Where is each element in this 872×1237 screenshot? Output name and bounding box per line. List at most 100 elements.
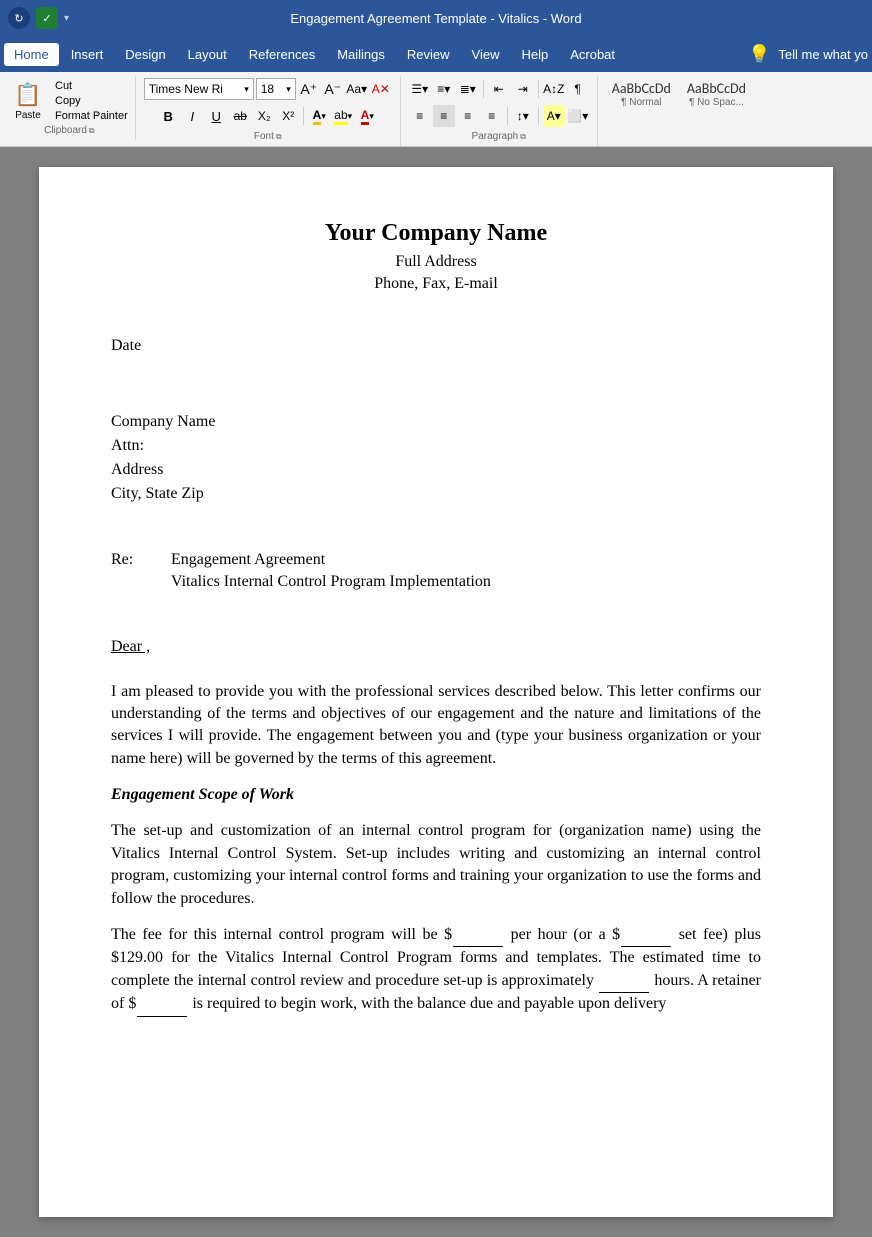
highlight-button[interactable]: ab ▾	[332, 105, 354, 127]
case-button[interactable]: Aa▾	[346, 78, 368, 100]
bold-button[interactable]: B	[157, 105, 179, 127]
paragraph-label: Paragraph	[472, 131, 519, 142]
font-color-arrow: ▾	[321, 111, 326, 122]
doc-re-line2: Vitalics Internal Control Program Implem…	[171, 571, 491, 593]
doc-re-line1: Engagement Agreement	[171, 549, 491, 571]
clipboard-label: Clipboard	[44, 125, 87, 136]
font-color-button[interactable]: A ▾	[308, 105, 330, 127]
menu-acrobat[interactable]: Acrobat	[560, 43, 625, 66]
doc-body-para1: I am pleased to provide you with the pro…	[111, 681, 761, 771]
font-group: Times New Ri ▾ 18 ▾ A⁺ A⁻ Aa▾ A✕ B I U a…	[136, 76, 401, 146]
strikethrough-button[interactable]: ab	[229, 105, 251, 127]
document-page[interactable]: Your Company Name Full Address Phone, Fa…	[39, 167, 833, 1217]
menu-references[interactable]: References	[239, 43, 325, 66]
font-name-selector[interactable]: Times New Ri ▾	[144, 78, 254, 100]
menu-review[interactable]: Review	[397, 43, 460, 66]
underline-button[interactable]: U	[205, 105, 227, 127]
doc-phone-fax-email: Phone, Fax, E-mail	[111, 273, 761, 295]
doc-header: Your Company Name Full Address Phone, Fa…	[111, 217, 761, 295]
style-normal[interactable]: AaBbCcDd ¶ Normal	[606, 78, 677, 110]
decrease-indent-button[interactable]: ⇤	[488, 78, 510, 100]
hours-blank	[599, 970, 649, 993]
doc-date: Date	[111, 335, 761, 357]
window-title: Engagement Agreement Template - Vitalics…	[290, 11, 581, 26]
doc-fee-para: The fee for this internal control progra…	[111, 924, 761, 1017]
shading-button[interactable]: A▾	[543, 105, 565, 127]
doc-re-content: Engagement Agreement Vitalics Internal C…	[171, 549, 491, 594]
line-spacing-button[interactable]: ↕▾	[512, 105, 534, 127]
doc-date-text: Date	[111, 335, 761, 357]
align-center-button[interactable]: ≡	[433, 105, 455, 127]
menu-insert[interactable]: Insert	[61, 43, 114, 66]
font-size-arrow: ▾	[286, 84, 291, 95]
ribbon: 📋 Paste Cut Copy Format Painter Clipboar…	[0, 72, 872, 147]
doc-full-address: Full Address	[111, 251, 761, 273]
doc-recipient-address: Address	[111, 458, 761, 482]
doc-body: I am pleased to provide you with the pro…	[111, 681, 761, 1017]
clipboard-group: 📋 Paste Cut Copy Format Painter Clipboar…	[4, 76, 136, 140]
doc-salutation-text: Dear ,	[111, 638, 150, 655]
text-color-button[interactable]: A ▾	[356, 105, 378, 127]
style-normal-label: ¶ Normal	[621, 97, 661, 108]
style-nospace-label: ¶ No Spac...	[689, 97, 744, 108]
menu-home[interactable]: Home	[4, 43, 59, 66]
numbered-list-button[interactable]: ≡▾	[433, 78, 455, 100]
styles-group: AaBbCcDd ¶ Normal AaBbCcDd ¶ No Spac...	[598, 76, 760, 114]
bullets-button[interactable]: ☰▾	[409, 78, 431, 100]
subscript-button[interactable]: X₂	[253, 105, 275, 127]
sort-button[interactable]: A↕Z	[543, 78, 565, 100]
style-nospace-preview: AaBbCcDd	[687, 80, 746, 97]
menu-mailings[interactable]: Mailings	[327, 43, 395, 66]
menu-help[interactable]: Help	[511, 43, 558, 66]
doc-recipient-city: City, State Zip	[111, 482, 761, 506]
doc-recipient: Company Name Attn: Address City, State Z…	[111, 410, 761, 506]
clipboard-expander[interactable]: ⧉	[89, 126, 95, 136]
font-size-selector[interactable]: 18 ▾	[256, 78, 296, 100]
word-refresh-icon: ↻	[8, 7, 30, 29]
increase-indent-button[interactable]: ⇥	[512, 78, 534, 100]
tell-me-box[interactable]: Tell me what yo	[778, 47, 868, 62]
quick-access-arrow[interactable]: ▾	[64, 13, 69, 24]
doc-re-section: Re: Engagement Agreement Vitalics Intern…	[111, 549, 761, 594]
justify-button[interactable]: ≡	[481, 105, 503, 127]
paragraph-group: ☰▾ ≡▾ ≣▾ ⇤ ⇥ A↕Z ¶ ≡ ≡ ≡ ≡ ↕▾ A▾ ⬜▾	[401, 76, 598, 146]
menu-layout[interactable]: Layout	[178, 43, 237, 66]
doc-salutation: Dear ,	[111, 636, 761, 658]
borders-button[interactable]: ⬜▾	[567, 105, 589, 127]
paragraph-expander[interactable]: ⧉	[520, 132, 526, 142]
title-bar: ↻ ✓ ▾ Engagement Agreement Template - Vi…	[0, 0, 872, 36]
superscript-button[interactable]: X²	[277, 105, 299, 127]
doc-recipient-company: Company Name	[111, 410, 761, 434]
style-no-spacing[interactable]: AaBbCcDd ¶ No Spac...	[681, 78, 752, 110]
doc-scope-body: The set-up and customization of an inter…	[111, 820, 761, 910]
menu-bar: Home Insert Design Layout References Mai…	[0, 36, 872, 72]
font-name-arrow: ▾	[244, 84, 249, 95]
style-normal-preview: AaBbCcDd	[612, 80, 671, 97]
doc-scope-title: Engagement Scope of Work	[111, 784, 761, 806]
doc-re-label: Re:	[111, 549, 151, 594]
retainer-blank	[137, 993, 187, 1016]
paste-icon: 📋	[12, 80, 44, 110]
copy-button[interactable]: Copy	[52, 94, 131, 108]
cut-button[interactable]: Cut	[52, 79, 131, 93]
paste-button[interactable]: 📋 Paste	[8, 78, 48, 123]
italic-button[interactable]: I	[181, 105, 203, 127]
clear-format-button[interactable]: A✕	[370, 78, 392, 100]
align-left-button[interactable]: ≡	[409, 105, 431, 127]
document-container: Your Company Name Full Address Phone, Fa…	[0, 147, 872, 1237]
multilevel-list-button[interactable]: ≣▾	[457, 78, 479, 100]
menu-view[interactable]: View	[462, 43, 510, 66]
font-label: Font	[254, 131, 274, 142]
format-painter-button[interactable]: Format Painter	[52, 109, 131, 123]
doc-company-name: Your Company Name	[111, 217, 761, 251]
set-fee-blank	[621, 924, 671, 947]
menu-design[interactable]: Design	[115, 43, 175, 66]
font-expander[interactable]: ⧉	[276, 132, 282, 142]
doc-recipient-attn: Attn:	[111, 434, 761, 458]
grow-font-button[interactable]: A⁺	[298, 78, 320, 100]
lightbulb-icon[interactable]: 💡	[748, 44, 770, 65]
show-hide-button[interactable]: ¶	[567, 78, 589, 100]
shrink-font-button[interactable]: A⁻	[322, 78, 344, 100]
word-spell-icon: ✓	[36, 7, 58, 29]
align-right-button[interactable]: ≡	[457, 105, 479, 127]
